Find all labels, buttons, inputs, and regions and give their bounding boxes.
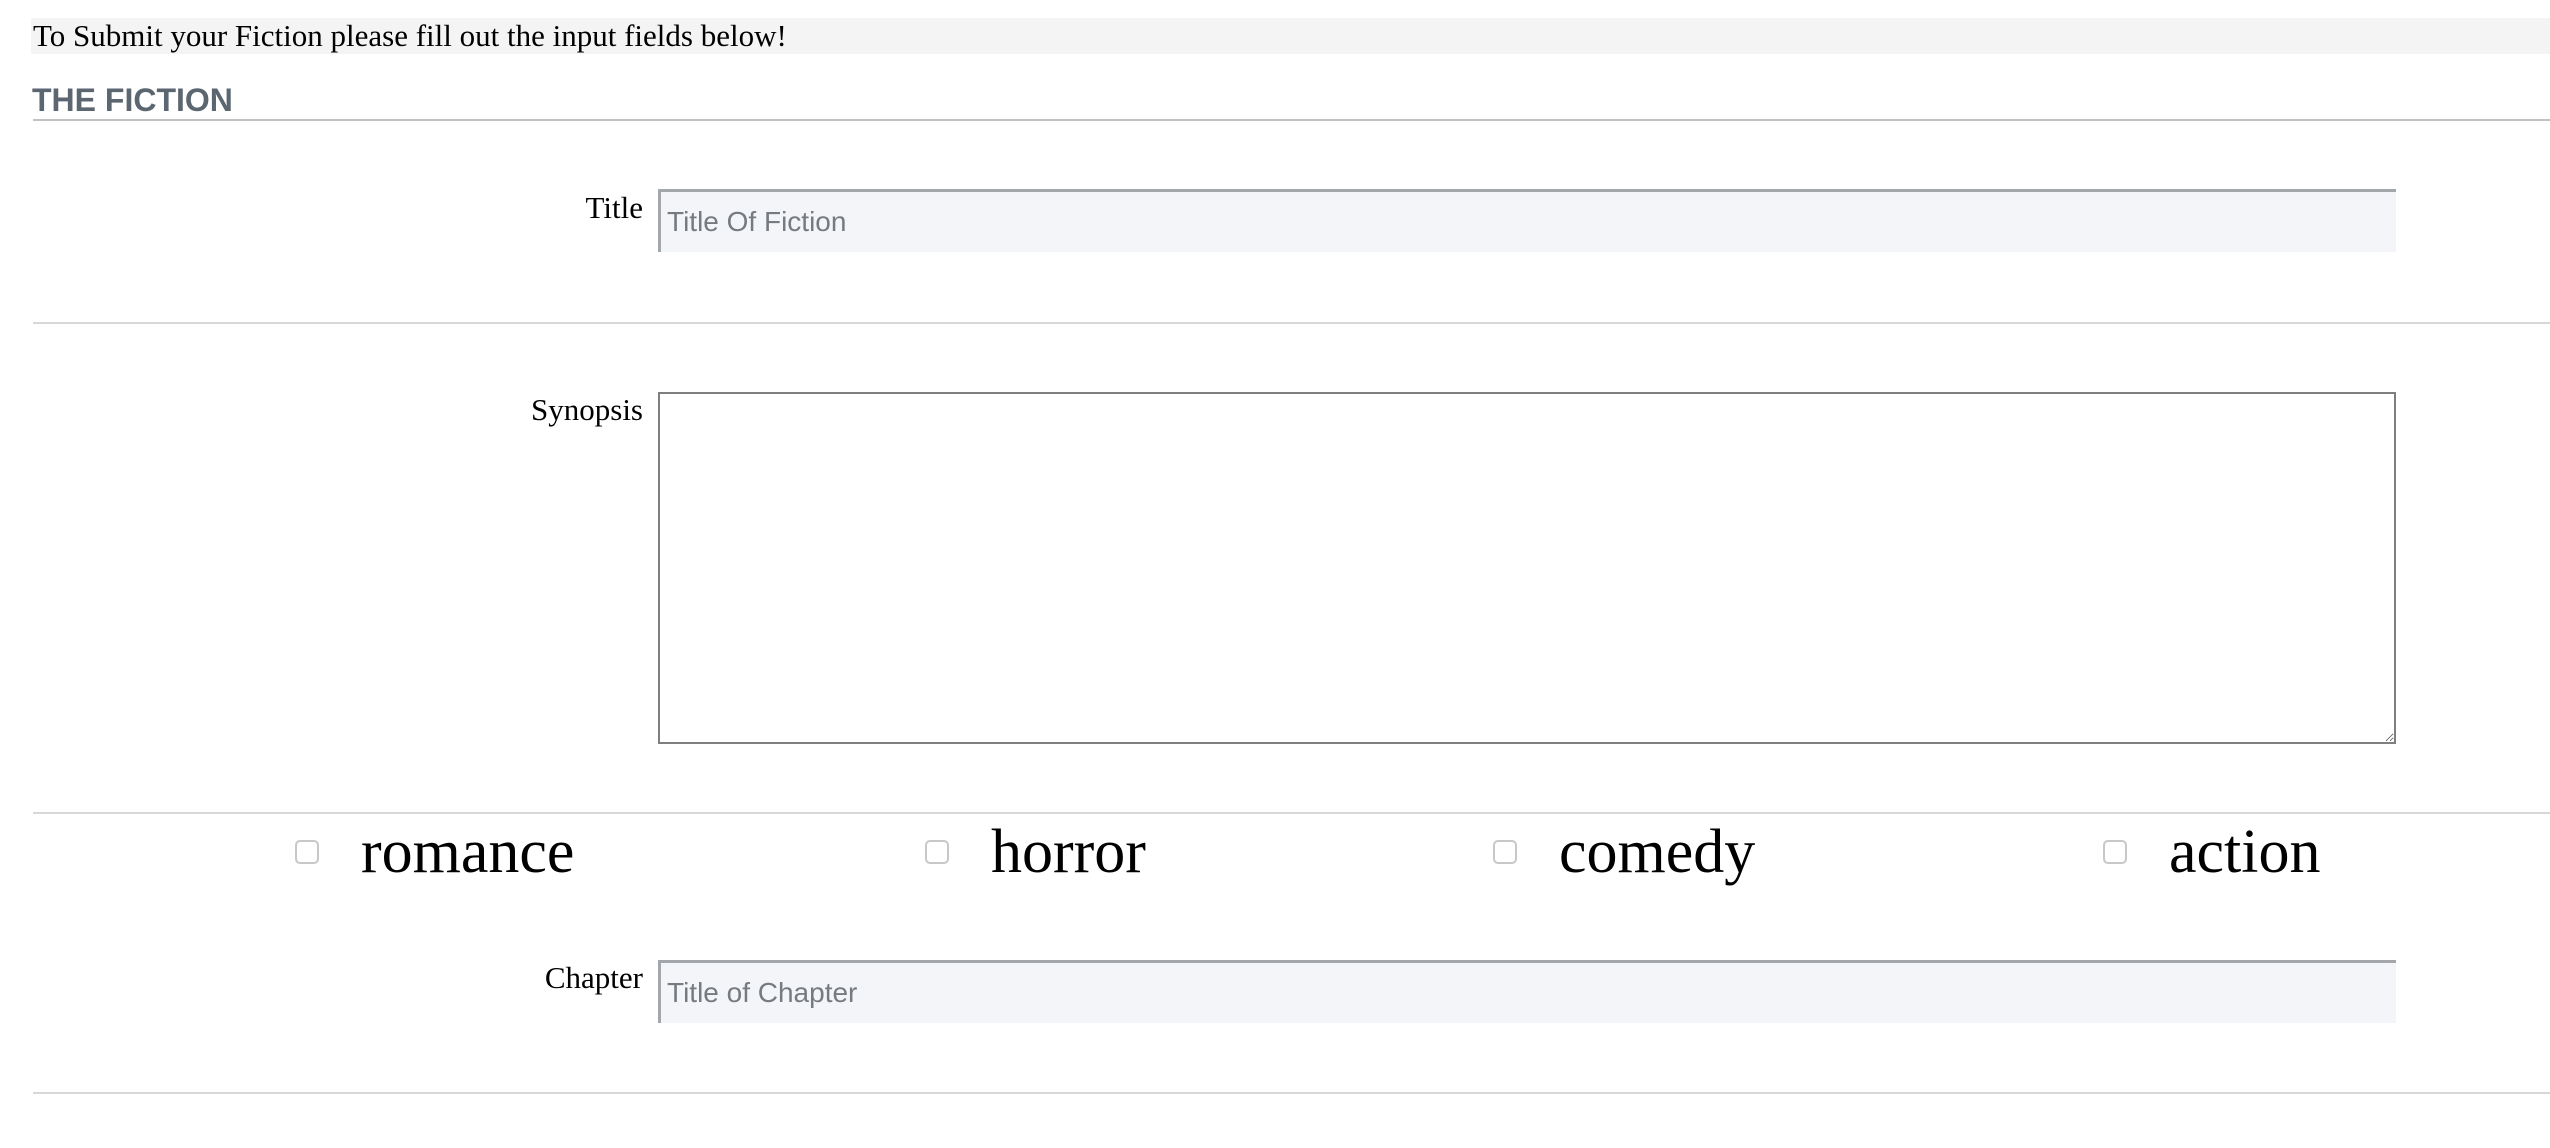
comedy-checkbox[interactable] [1493,840,1517,864]
synopsis-textarea[interactable] [658,392,2396,744]
genre-romance[interactable]: romance [295,812,574,892]
chapter-divider [33,1092,2550,1094]
action-label: action [2169,818,2321,886]
section-title: THE FICTION [32,82,233,118]
action-checkbox[interactable] [2103,840,2127,864]
title-divider [33,322,2550,324]
title-label: Title [585,190,643,225]
title-input[interactable] [658,189,2396,252]
genre-horror[interactable]: horror [925,812,1146,892]
section-divider [33,119,2550,121]
intro-text: To Submit your Fiction please fill out t… [31,18,2550,54]
horror-label: horror [991,818,1146,886]
comedy-label: comedy [1559,818,1756,886]
genre-comedy[interactable]: comedy [1493,812,1755,892]
romance-checkbox[interactable] [295,840,319,864]
synopsis-label: Synopsis [531,392,643,427]
genre-action[interactable]: action [2103,812,2321,892]
chapter-label: Chapter [544,960,643,995]
horror-checkbox[interactable] [925,840,949,864]
chapter-input[interactable] [658,960,2396,1023]
romance-label: romance [361,818,575,886]
